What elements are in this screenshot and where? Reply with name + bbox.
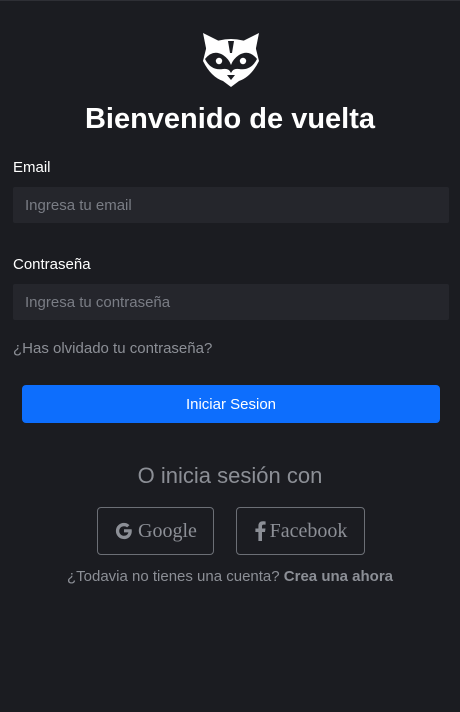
google-icon: [115, 522, 132, 540]
forgot-password-link[interactable]: ¿Has olvidado tu contraseña?: [13, 340, 212, 358]
window-top-border: [0, 0, 460, 1]
login-button[interactable]: Iniciar Sesion: [22, 385, 440, 423]
facebook-label: Facebook: [269, 519, 348, 542]
signup-prompt: ¿Todavia no tienes una cuenta? Crea una …: [0, 568, 460, 586]
email-field[interactable]: [13, 187, 449, 223]
google-label: Google: [138, 519, 197, 542]
page-title: Bienvenido de vuelta: [84, 103, 376, 135]
raccoon-icon: [203, 33, 259, 87]
facebook-login-button[interactable]: Facebook: [236, 507, 365, 555]
password-label: Contraseña: [13, 256, 91, 273]
social-login-heading: O inicia sesión con: [137, 463, 323, 488]
create-account-link[interactable]: Crea una ahora: [284, 568, 393, 585]
password-field[interactable]: [13, 284, 449, 320]
google-login-button[interactable]: Google: [97, 507, 214, 555]
facebook-icon: [255, 521, 266, 541]
signup-text: ¿Todavia no tienes una cuenta?: [66, 568, 280, 585]
email-label: Email: [13, 159, 51, 176]
